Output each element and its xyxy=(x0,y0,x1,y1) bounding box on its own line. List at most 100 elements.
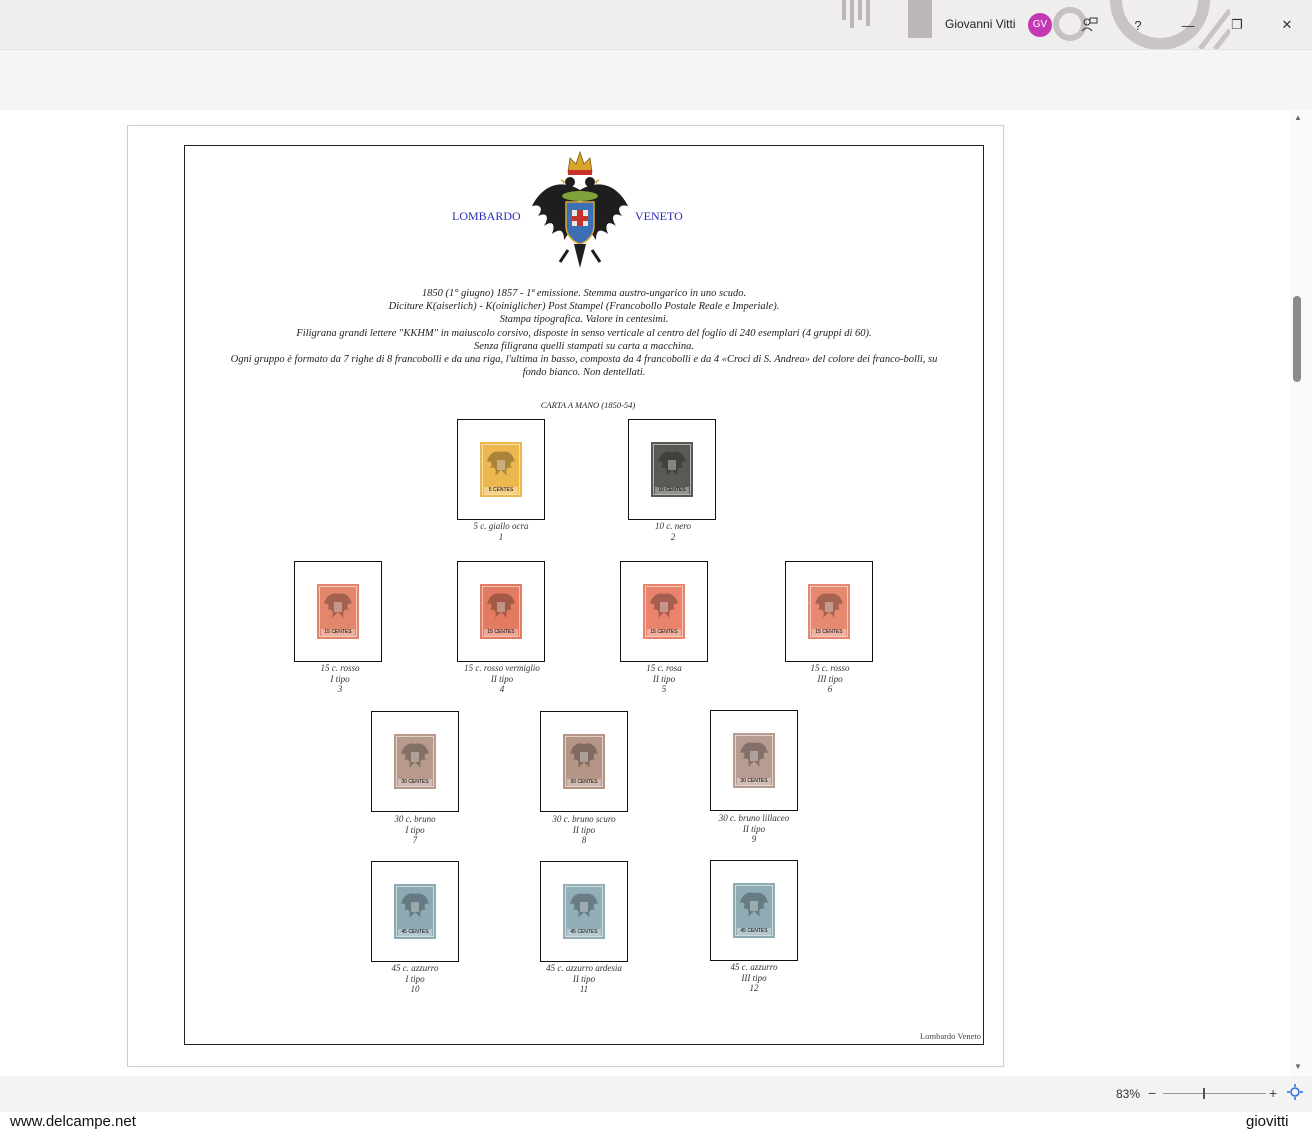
stamp-image: 45 CENTES xyxy=(563,884,605,939)
stamp-value-label: 45 CENTES xyxy=(737,928,771,935)
region-right-label: VENETO xyxy=(635,209,683,223)
zoom-out-button[interactable]: − xyxy=(1148,1085,1156,1101)
stamp-value-label: 30 CENTES xyxy=(398,779,432,786)
stamp-image: 30 CENTES xyxy=(563,734,605,789)
stamp-caption-num: 9 xyxy=(751,834,757,844)
stamp-value-label: 30 CENTES xyxy=(737,778,771,785)
description-line: Filigrana grandi lettere "KKHM" in maius… xyxy=(296,327,872,339)
help-button[interactable]: ? xyxy=(1127,14,1149,36)
stamp-image: 5 CENTES xyxy=(480,442,522,497)
stamp-caption-desc: 10 c. nero xyxy=(655,521,691,531)
stamp-caption-desc: 15 c. rosa xyxy=(646,663,682,673)
stamp-value-label: 45 CENTES xyxy=(398,929,432,936)
stamp-box: 45 CENTES xyxy=(540,861,628,962)
stamp-caption: 15 c. rosso vermiglio II tipo 4 xyxy=(432,663,572,695)
stamp-image: 30 CENTES xyxy=(733,733,775,788)
stamp-caption-num: 12 xyxy=(749,983,759,993)
stamp-image: 45 CENTES xyxy=(394,884,436,939)
stamp-image: 15 CENTES xyxy=(808,584,850,639)
stamp-caption-tipo: I tipo xyxy=(330,673,350,684)
section-title: CARTA A MANO (1850-54) xyxy=(540,400,636,410)
description-line: fondo bianco. Non dentellati. xyxy=(522,367,646,379)
restore-button[interactable]: ❐ xyxy=(1226,14,1248,36)
stamp-box: 15 CENTES xyxy=(294,561,382,662)
stamp-caption: 30 c. bruno I tipo 7 xyxy=(345,814,485,846)
region-left-label: LOMBARDO xyxy=(452,209,521,223)
zoom-slider[interactable] xyxy=(1163,1093,1266,1094)
stamp-image: 15 CENTES xyxy=(317,584,359,639)
stamp-box: 15 CENTES xyxy=(620,561,708,662)
minimize-button[interactable]: — xyxy=(1177,14,1199,36)
user-avatar[interactable]: GV xyxy=(1028,13,1052,37)
stamp-caption-desc: 30 c. bruno lillaceo xyxy=(718,813,790,823)
stamp-caption-desc: 15 c. rosso vermiglio xyxy=(464,663,540,673)
stamp-box: 15 CENTES xyxy=(457,561,545,662)
toolbar-area xyxy=(0,50,1312,110)
description-line: Ogni gruppo è formato da 7 righe di 8 fr… xyxy=(230,354,938,366)
stamp-caption-tipo: II tipo xyxy=(652,673,676,684)
stamp-box: 15 CENTES xyxy=(785,561,873,662)
stamp-caption-num: 2 xyxy=(670,531,676,542)
watermark-user: giovitti xyxy=(1246,1113,1289,1130)
watermark-strip xyxy=(0,1112,1312,1131)
user-name: Giovanni Vitti xyxy=(945,17,1016,31)
stamp-caption-tipo: I tipo xyxy=(405,824,425,835)
coat-of-arms-icon xyxy=(532,150,628,268)
stamp-caption-desc: 15 c. rosso xyxy=(810,663,850,673)
stamp-value-label: 10 CENTES xyxy=(655,487,689,494)
stamp-caption: 15 c. rosso III tipo 6 xyxy=(760,663,900,695)
scroll-down-icon[interactable]: ▼ xyxy=(1290,1062,1306,1071)
zoom-in-button[interactable]: + xyxy=(1269,1085,1277,1101)
zoom-level[interactable]: 83% xyxy=(1116,1087,1140,1101)
stamp-box: 30 CENTES xyxy=(710,710,798,811)
stamp-caption: 45 c. azzurro III tipo 12 xyxy=(684,962,824,994)
description-line: Stampa tipografica. Valore in centesimi. xyxy=(499,314,669,326)
stamp-box: 5 CENTES xyxy=(457,419,545,520)
stamp-value-label: 15 CENTES xyxy=(812,629,846,636)
stamp-caption-tipo: II tipo xyxy=(742,823,766,834)
stamp-caption-desc: 45 c. azzurro xyxy=(391,963,439,973)
stamp-image: 15 CENTES xyxy=(643,584,685,639)
stamp-caption-desc: 15 c. rosso xyxy=(320,663,360,673)
stamp-caption: 45 c. azzurro I tipo 10 xyxy=(345,963,485,995)
stamp-caption: 15 c. rosa II tipo 5 xyxy=(594,663,734,695)
stamp-value-label: 15 CENTES xyxy=(647,629,681,636)
stamp-box: 45 CENTES xyxy=(371,861,459,962)
stamp-caption-tipo: II tipo xyxy=(572,824,596,835)
stamp-caption-num: 5 xyxy=(661,684,667,694)
stamp-caption-tipo: III tipo xyxy=(817,673,843,684)
close-button[interactable]: ✕ xyxy=(1276,14,1298,36)
stamp-value-label: 5 CENTES xyxy=(484,487,518,494)
stamp-caption-num: 7 xyxy=(412,835,418,845)
fit-page-icon[interactable] xyxy=(1287,1084,1303,1103)
stamp-image: 30 CENTES xyxy=(394,734,436,789)
stamp-caption: 45 c. azzurro ardesia II tipo 11 xyxy=(514,963,654,995)
stamp-caption-num: 3 xyxy=(337,684,343,694)
stamp-caption: 15 c. rosso I tipo 3 xyxy=(270,663,410,695)
stamp-value-label: 15 CENTES xyxy=(484,629,518,636)
stamp-caption-desc: 45 c. azzurro ardesia xyxy=(546,963,622,973)
stamp-caption-num: 8 xyxy=(581,835,587,845)
stamp-caption-desc: 30 c. bruno xyxy=(394,814,436,824)
stamp-caption-tipo: I tipo xyxy=(405,973,425,984)
description-line: 1850 (1° giugno) 1857 - 1ª emissione. St… xyxy=(421,288,747,299)
stamp-caption-num: 4 xyxy=(499,684,505,694)
stamp-value-label: 30 CENTES xyxy=(567,779,601,786)
page-footer: Lombardo Veneto xyxy=(920,1031,981,1041)
stamp-caption-num: 1 xyxy=(498,531,504,542)
description-line: Diciture K(aiserlich) - K(oiniglicher) P… xyxy=(388,301,780,313)
stamp-caption: 30 c. bruno lillaceo II tipo 9 xyxy=(684,813,824,845)
stamp-image: 10 CENTES xyxy=(651,442,693,497)
stamp-box: 30 CENTES xyxy=(540,711,628,812)
scroll-up-icon[interactable]: ▲ xyxy=(1290,113,1306,122)
stamp-box: 45 CENTES xyxy=(710,860,798,961)
vertical-scrollbar[interactable] xyxy=(1290,110,1312,1076)
watermark-site: www.delcampe.net xyxy=(10,1113,136,1130)
zoom-slider-thumb[interactable] xyxy=(1203,1088,1205,1099)
emission-description: 1850 (1° giugno) 1857 - 1ª emissione. St… xyxy=(190,287,978,379)
scrollbar-thumb[interactable] xyxy=(1293,296,1301,382)
stamp-box: 30 CENTES xyxy=(371,711,459,812)
stamp-box: 10 CENTES xyxy=(628,419,716,520)
stamp-caption-num: 10 xyxy=(410,984,420,994)
feedback-icon[interactable] xyxy=(1078,14,1100,36)
